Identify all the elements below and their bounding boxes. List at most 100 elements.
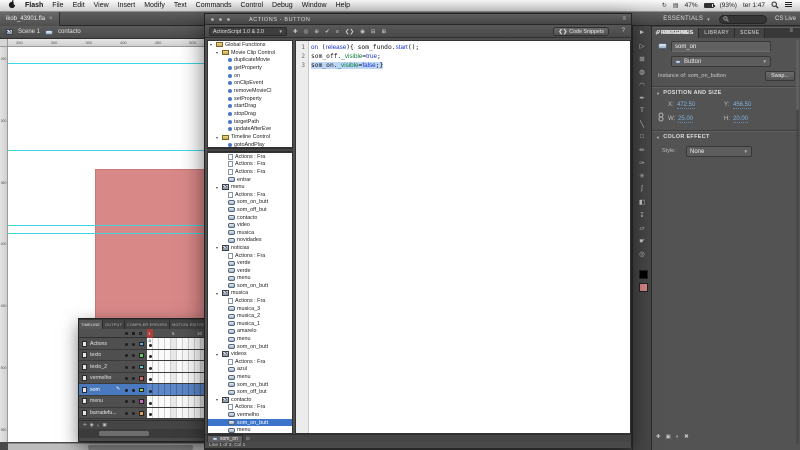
- disclosure-triangle-icon[interactable]: [216, 135, 220, 140]
- script-navigator-item[interactable]: som_on_butt: [208, 343, 292, 351]
- timeline-layer-row[interactable]: som ✎: [79, 384, 205, 396]
- layer-visibility-dot[interactable]: [125, 389, 128, 392]
- search-input[interactable]: [719, 15, 767, 24]
- position-size-section-header[interactable]: ▼ POSITION AND SIZE: [656, 90, 722, 96]
- timeline-layer-row[interactable]: texto_2 ✎: [79, 361, 205, 373]
- layer-frames[interactable]: [147, 338, 204, 349]
- script-navigator-item[interactable]: musica_2: [208, 312, 292, 320]
- expand-all-icon[interactable]: ⊞: [382, 29, 387, 35]
- disclosure-triangle-icon[interactable]: [216, 50, 220, 55]
- delete-filter-icon[interactable]: ✖: [684, 434, 689, 440]
- timeline-scrollbar[interactable]: [79, 429, 205, 438]
- layer-outline-color[interactable]: [139, 399, 144, 404]
- layer-visibility-dot[interactable]: [125, 377, 128, 380]
- scrollbar-thumb[interactable]: [99, 431, 149, 436]
- rectangle-tool[interactable]: □: [633, 130, 651, 143]
- layer-name[interactable]: texto_2: [90, 364, 123, 370]
- script-navigator-item[interactable]: contacto: [208, 214, 292, 222]
- fill-color-chip[interactable]: [639, 283, 648, 292]
- enable-filter-icon[interactable]: ◐: [676, 434, 679, 440]
- pen-tool[interactable]: ✒: [633, 91, 651, 104]
- window-controls[interactable]: [210, 17, 231, 22]
- subselection-tool[interactable]: ▷: [633, 39, 651, 52]
- battery-icon[interactable]: [704, 3, 714, 8]
- menubar-item[interactable]: View: [94, 2, 109, 9]
- script-navigator-item[interactable]: Actions : Fra: [208, 297, 292, 305]
- layer-outline-color[interactable]: [139, 388, 144, 393]
- layer-frames[interactable]: [147, 373, 204, 384]
- disclosure-triangle-icon[interactable]: [216, 352, 220, 357]
- menubar-item[interactable]: File: [52, 2, 63, 9]
- swap-button[interactable]: Swap...: [765, 71, 795, 81]
- workspace-switcher[interactable]: ESSENTIALS ▼: [663, 16, 711, 22]
- menubar-item[interactable]: Control: [240, 2, 263, 9]
- paint-bucket-tool[interactable]: ◧: [633, 195, 651, 208]
- script-navigator-item[interactable]: musica: [208, 229, 292, 237]
- menubar-item[interactable]: Text: [174, 2, 187, 9]
- center-frame-icon[interactable]: ✛: [83, 422, 87, 428]
- selection-tool[interactable]: ►: [633, 26, 651, 39]
- cs-live-button[interactable]: CS Live: [775, 16, 796, 22]
- menubar-item[interactable]: Edit: [73, 2, 85, 9]
- script-navigator-item[interactable]: Actions : Fra: [208, 191, 292, 199]
- zoom-tool[interactable]: ◎: [633, 247, 651, 260]
- menubar-item[interactable]: Flash: [25, 2, 43, 9]
- toolbox-item[interactable]: onClipEvent: [208, 79, 292, 87]
- layer-visibility-dot[interactable]: [125, 343, 128, 346]
- menubar-item[interactable]: Help: [336, 2, 350, 9]
- close-document-icon[interactable]: ×: [49, 16, 53, 22]
- brush-tool[interactable]: ✑: [633, 156, 651, 169]
- scrollbar-thumb[interactable]: [88, 445, 193, 450]
- layer-frames[interactable]: [147, 384, 204, 395]
- layer-name[interactable]: texto: [90, 352, 123, 358]
- stage-horizontal-scrollbar[interactable]: [8, 443, 204, 450]
- toolbox-item[interactable]: updateAfterEve: [208, 126, 292, 134]
- y-value[interactable]: 456.50: [733, 102, 751, 109]
- script-navigator-item[interactable]: musica: [208, 290, 292, 298]
- menubar-item[interactable]: Debug: [272, 2, 293, 9]
- guide-line[interactable]: [8, 63, 204, 64]
- toolbox-item[interactable]: getProperty: [208, 64, 292, 72]
- red-rectangle-shape[interactable]: [95, 169, 204, 332]
- script-navigator-item[interactable]: som_off_but: [208, 388, 292, 396]
- deco-tool[interactable]: ✳: [633, 169, 651, 182]
- properties-scrollbar[interactable]: [796, 40, 799, 444]
- script-navigator-item[interactable]: vermelho: [208, 411, 292, 419]
- bone-tool[interactable]: ∫: [633, 182, 651, 195]
- FILTERS[interactable]: FILTERS: [652, 26, 800, 38]
- layer-outline-color[interactable]: [139, 353, 144, 358]
- layer-frames[interactable]: [147, 396, 204, 407]
- script-navigator-item[interactable]: contacto: [208, 396, 292, 404]
- 3d-rotation-tool[interactable]: ◍: [633, 65, 651, 78]
- toolbox-item[interactable]: removeMovieCl: [208, 87, 292, 95]
- layer-frames[interactable]: [147, 350, 204, 361]
- script-editor[interactable]: 1 on (release){ som_fundo.start(); 2 som…: [295, 40, 631, 434]
- menu-clock[interactable]: ter 1:47: [743, 2, 765, 9]
- guide-line[interactable]: [8, 225, 204, 226]
- script-navigator-item[interactable]: Actions : Fra: [208, 358, 292, 366]
- timeline-layer-row[interactable]: menu ✎: [79, 396, 205, 408]
- guide-line[interactable]: [8, 233, 204, 234]
- layer-lock-dot[interactable]: [132, 354, 135, 357]
- text-tool[interactable]: T: [633, 104, 651, 117]
- panel-menu-icon[interactable]: ≡: [622, 16, 626, 22]
- instance-name-input[interactable]: som_on: [671, 41, 771, 52]
- battery-percent[interactable]: (93%): [720, 2, 737, 9]
- find-icon[interactable]: ◎: [304, 29, 309, 35]
- disclosure-triangle-icon[interactable]: [210, 42, 214, 47]
- h-value[interactable]: 20.00: [733, 116, 748, 123]
- layer-outline-color[interactable]: [139, 376, 144, 381]
- layer-name[interactable]: vermelho: [90, 375, 123, 381]
- code-line[interactable]: 3 som_on._visible=false;}: [296, 61, 630, 70]
- script-navigator-item[interactable]: menu: [208, 183, 292, 191]
- layer-name[interactable]: menu: [90, 398, 123, 404]
- disclosure-triangle-icon[interactable]: [216, 397, 220, 402]
- eraser-tool[interactable]: ▱: [633, 221, 651, 234]
- toolbox-item[interactable]: Global Functions: [208, 41, 292, 49]
- pencil-tool[interactable]: ✏: [633, 143, 651, 156]
- stroke-color-chip[interactable]: [639, 270, 648, 279]
- layer-lock-dot[interactable]: [132, 389, 135, 392]
- layer-visibility-dot[interactable]: [125, 354, 128, 357]
- onion-skin-outlines-icon[interactable]: ○: [97, 423, 100, 428]
- disclosure-triangle-icon[interactable]: [216, 185, 220, 190]
